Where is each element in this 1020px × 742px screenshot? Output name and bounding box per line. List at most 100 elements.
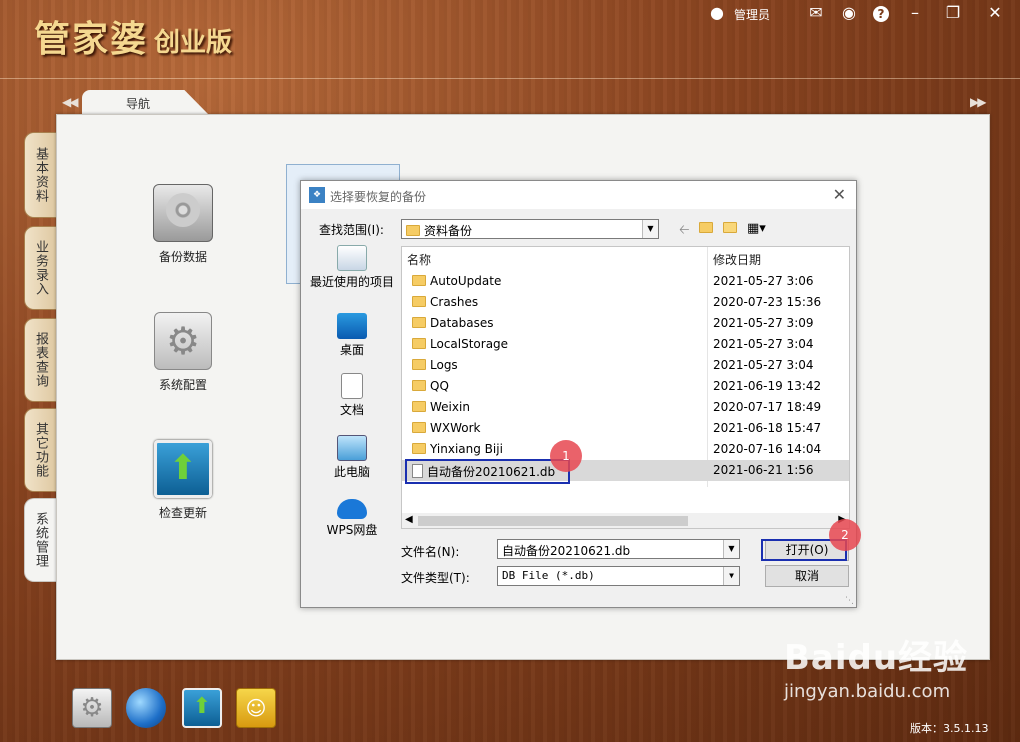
file-date: 2021-06-18 15:47 xyxy=(713,421,822,435)
file-row[interactable]: QQ 2021-06-19 13:42 xyxy=(402,376,849,397)
annotation-box-file xyxy=(405,459,570,484)
place-this-pc[interactable]: 此电脑 xyxy=(309,435,395,480)
dock-globe-icon[interactable] xyxy=(126,688,166,728)
recent-icon xyxy=(337,245,367,271)
folder-icon xyxy=(412,359,426,370)
user-icon[interactable]: ● xyxy=(706,2,728,24)
collapse-left-icon[interactable]: ◀◀ xyxy=(62,95,79,109)
file-name: Yinxiang Biji xyxy=(430,442,503,456)
filetype-select[interactable]: DB File (*.db) ▼ xyxy=(497,566,740,586)
watermark-logo: Baidu经验 xyxy=(784,638,969,678)
header-divider xyxy=(0,78,1020,79)
admin-label[interactable]: 管理员 xyxy=(734,6,770,23)
file-date: 2021-06-19 13:42 xyxy=(713,379,822,393)
place-wps-cloud-label: WPS网盘 xyxy=(326,523,378,537)
scroll-left-icon[interactable]: ◀ xyxy=(405,514,413,525)
file-row[interactable]: WXWork 2021-06-18 15:47 xyxy=(402,418,849,439)
back-icon[interactable]: 🡠 xyxy=(679,221,690,243)
app-logo: 管家婆 创业版 xyxy=(34,10,232,62)
column-header-date[interactable]: 修改日期 xyxy=(708,247,849,269)
file-name: QQ xyxy=(430,379,449,393)
hard-drive-icon xyxy=(153,184,213,242)
collapse-right-icon[interactable]: ▶▶ xyxy=(970,95,987,109)
file-name: Logs xyxy=(430,358,458,372)
nav-item-backup[interactable]: 备份数据 xyxy=(148,184,218,265)
side-tab-other[interactable]: 其它功能 xyxy=(24,408,56,492)
place-recent[interactable]: 最近使用的项目 xyxy=(309,245,395,290)
side-tab-system-management[interactable]: 系统管理 xyxy=(24,498,56,582)
app-icon: ❖ xyxy=(309,187,325,203)
mail-icon[interactable]: ✉ xyxy=(805,2,827,24)
weibo-icon[interactable]: ◉ xyxy=(838,2,860,24)
side-tab-basic-info[interactable]: 基本资料 xyxy=(24,132,56,218)
scrollbar-thumb[interactable] xyxy=(418,516,688,526)
brand-name: 管家婆 xyxy=(34,18,149,60)
file-list: 名称 修改日期 ˄ AutoUpdate 2021-05-27 3:06 Cras… xyxy=(401,246,850,529)
chevron-down-icon[interactable]: ▼ xyxy=(723,540,739,558)
lookin-combo[interactable]: 资料备份 ▼ xyxy=(401,219,659,239)
file-date: 2021-05-27 3:06 xyxy=(713,274,814,288)
file-row[interactable]: Logs 2021-05-27 3:04 xyxy=(402,355,849,376)
resize-grip-icon[interactable]: ⋱ xyxy=(845,596,854,606)
tab-navigation[interactable]: 导航 xyxy=(82,90,210,116)
file-row[interactable]: Weixin 2020-07-17 18:49 xyxy=(402,397,849,418)
nav-item-system-config[interactable]: ⚙ 系统配置 xyxy=(148,312,218,393)
horizontal-scrollbar[interactable]: ◀ ▶ xyxy=(402,513,849,528)
file-date: 2021-05-27 3:04 xyxy=(713,337,814,351)
minimize-icon[interactable]: – xyxy=(904,2,926,24)
file-row[interactable]: Yinxiang Biji 2020-07-16 14:04 xyxy=(402,439,849,460)
filename-label: 文件名(N): xyxy=(401,545,460,559)
documents-icon xyxy=(341,373,363,399)
file-name: AutoUpdate xyxy=(430,274,502,288)
file-date: 2020-07-17 18:49 xyxy=(713,400,822,414)
restore-icon[interactable]: ❐ xyxy=(942,2,964,24)
desktop-icon xyxy=(337,313,367,339)
watermark-url: jingyan.baidu.com xyxy=(784,681,951,702)
up-folder-icon[interactable] xyxy=(699,221,717,236)
file-name: LocalStorage xyxy=(430,337,509,351)
lookin-value: 资料备份 xyxy=(424,224,473,238)
dock-user-icon[interactable]: ☺ xyxy=(236,688,276,728)
filetype-label: 文件类型(T): xyxy=(401,571,470,585)
cancel-button[interactable]: 取消 xyxy=(765,565,849,587)
dialog-title: 选择要恢复的备份 xyxy=(330,190,427,204)
baidu-jingyan-watermark: Baidu经验 jingyan.baidu.com xyxy=(784,630,1014,702)
nav-item-check-update[interactable]: ⬆ 检查更新 xyxy=(148,440,218,521)
close-icon[interactable]: ✕ xyxy=(984,2,1006,24)
help-icon[interactable]: ? xyxy=(870,2,892,24)
place-documents[interactable]: 文档 xyxy=(309,373,395,418)
file-row[interactable]: Databases 2021-05-27 3:09 xyxy=(402,313,849,334)
place-wps-cloud[interactable]: WPS网盘 xyxy=(309,499,395,538)
new-folder-icon[interactable] xyxy=(723,221,741,236)
file-name: Weixin xyxy=(430,400,470,414)
edition-name: 创业版 xyxy=(154,28,233,58)
side-tab-reports[interactable]: 报表查询 xyxy=(24,318,56,402)
side-tab-business-entry[interactable]: 业务录入 xyxy=(24,226,56,310)
folder-icon xyxy=(412,275,426,286)
filename-input[interactable]: 自动备份20210621.db ▼ xyxy=(497,539,740,559)
dialog-titlebar[interactable]: ❖ 选择要恢复的备份 ✕ xyxy=(301,181,856,209)
chevron-down-icon[interactable]: ▼ xyxy=(642,220,658,238)
tab-navigation-label: 导航 xyxy=(126,97,151,111)
dock-settings-icon[interactable]: ⚙ xyxy=(72,688,112,728)
place-documents-label: 文档 xyxy=(339,403,364,417)
places-bar: 最近使用的项目 桌面 文档 此电脑 WPS网盘 xyxy=(309,245,395,545)
place-this-pc-label: 此电脑 xyxy=(333,465,370,479)
file-row[interactable]: AutoUpdate 2021-05-27 3:06 xyxy=(402,271,849,292)
folder-icon xyxy=(412,296,426,307)
view-menu-icon[interactable]: ▦▾ xyxy=(747,221,766,236)
folder-icon xyxy=(406,225,420,236)
file-name: WXWork xyxy=(430,421,481,435)
file-name: Databases xyxy=(430,316,494,330)
place-desktop-label: 桌面 xyxy=(339,343,364,357)
dialog-close-icon[interactable]: ✕ xyxy=(833,185,846,204)
filetype-value: DB File (*.db) xyxy=(502,569,595,582)
place-desktop[interactable]: 桌面 xyxy=(309,313,395,358)
file-date: 2021-06-21 1:56 xyxy=(713,463,814,477)
dock-update-icon[interactable]: ⬆ xyxy=(182,688,222,728)
chevron-down-icon[interactable]: ▼ xyxy=(723,567,739,585)
gear-icon: ⚙ xyxy=(154,312,212,370)
file-row[interactable]: LocalStorage 2021-05-27 3:04 xyxy=(402,334,849,355)
version-label: 版本：3.5.1.13 xyxy=(910,722,989,735)
file-row[interactable]: Crashes 2020-07-23 15:36 xyxy=(402,292,849,313)
